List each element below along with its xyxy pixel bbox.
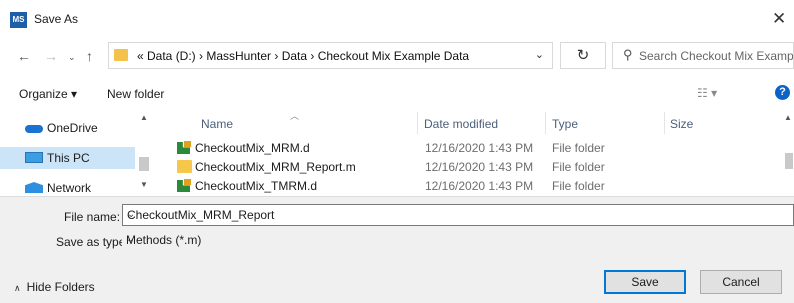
search-icon: ⚲ — [623, 47, 633, 62]
computer-icon — [25, 152, 43, 163]
network-icon — [25, 182, 43, 193]
save-as-type-label: Save as type: — [56, 235, 129, 249]
breadcrumb[interactable]: « Data (D:) › MassHunter › Data › Checko… — [137, 49, 469, 63]
column-divider[interactable] — [417, 112, 418, 134]
file-name: CheckoutMix_MRM_Report.m — [195, 160, 356, 174]
nav-item-onedrive[interactable]: OneDrive — [0, 117, 135, 139]
folder-icon — [114, 49, 128, 61]
file-type: File folder — [552, 179, 605, 193]
up-arrow-icon[interactable]: ↑ — [86, 48, 93, 64]
data-folder-badge-icon — [184, 141, 191, 147]
nav-item-this-pc[interactable]: This PC — [0, 147, 135, 169]
column-header-date-modified[interactable]: Date modified — [424, 117, 498, 131]
column-divider[interactable] — [545, 112, 546, 134]
close-icon[interactable]: ✕ — [772, 9, 786, 29]
column-header-type[interactable]: Type — [552, 117, 578, 131]
sort-ascending-icon: ︿ — [290, 111, 300, 121]
help-icon[interactable]: ? — [775, 85, 790, 100]
search-placeholder: Search Checkout Mix Examp... — [639, 49, 794, 63]
scroll-down-icon[interactable]: ▼ — [140, 180, 148, 189]
scroll-up-icon[interactable]: ▲ — [140, 113, 148, 122]
hide-folders-label: Hide Folders — [26, 280, 95, 294]
file-name-label: File name: — [64, 210, 121, 224]
scroll-up-icon[interactable]: ▲ — [784, 113, 792, 122]
chevron-up-icon: ∧ — [14, 283, 21, 293]
column-header-size[interactable]: Size — [670, 117, 693, 131]
refresh-button[interactable]: ↻ — [560, 42, 606, 69]
scrollbar-thumb[interactable] — [139, 157, 149, 171]
recent-locations-chevron-icon[interactable]: ⌄ — [68, 52, 76, 63]
file-list-scrollbar[interactable]: ▲ — [783, 110, 794, 194]
chevron-down-icon[interactable]: ⌄ — [126, 234, 790, 245]
nav-pane-scrollbar[interactable]: ▲ ▼ — [136, 110, 152, 194]
view-options-icon[interactable]: ☷ ▾ — [697, 86, 717, 100]
onedrive-icon — [25, 125, 43, 133]
file-date: 12/16/2020 1:43 PM — [425, 141, 534, 155]
cancel-button[interactable]: Cancel — [700, 270, 782, 294]
hide-folders-button[interactable]: ∧ Hide Folders — [14, 280, 95, 294]
nav-item-label: Network — [47, 181, 92, 195]
file-row[interactable]: CheckoutMix_MRM_Report.m 12/16/2020 1:43… — [153, 157, 783, 177]
column-divider[interactable] — [664, 112, 665, 134]
navigation-pane: OneDrive This PC Network — [0, 110, 152, 195]
file-row[interactable]: CheckoutMix_MRM.d 12/16/2020 1:43 PM Fil… — [153, 138, 783, 158]
data-folder-badge-icon — [184, 179, 191, 185]
file-type: File folder — [552, 160, 605, 174]
new-folder-button[interactable]: New folder — [107, 87, 164, 101]
file-date: 12/16/2020 1:43 PM — [425, 160, 534, 174]
file-name: CheckoutMix_MRM.d — [195, 141, 310, 155]
forward-arrow-icon[interactable]: → — [44, 48, 58, 64]
file-row[interactable]: CheckoutMix_TMRM.d 12/16/2020 1:43 PM Fi… — [153, 176, 783, 196]
file-type: File folder — [552, 141, 605, 155]
address-dropdown-icon[interactable]: ⌄ — [535, 48, 544, 61]
chevron-down-icon[interactable]: ⌄ — [127, 209, 789, 220]
nav-item-label: This PC — [47, 151, 90, 165]
file-date: 12/16/2020 1:43 PM — [425, 179, 534, 193]
app-icon: MS — [10, 12, 27, 28]
organize-button[interactable]: Organize ▾ — [19, 87, 77, 101]
save-button[interactable]: Save — [604, 270, 686, 294]
save-as-type-select[interactable]: Methods (*.m) ⌄ — [122, 229, 794, 251]
scrollbar-thumb[interactable] — [785, 153, 793, 169]
back-arrow-icon[interactable]: ← — [17, 48, 31, 64]
file-name-input[interactable]: CheckoutMix_MRM_Report ⌄ — [122, 204, 794, 226]
title-bar — [0, 0, 794, 38]
file-name: CheckoutMix_TMRM.d — [195, 179, 318, 193]
column-header-name[interactable]: Name — [201, 117, 233, 131]
search-input[interactable]: ⚲ Search Checkout Mix Examp... — [612, 42, 794, 69]
nav-item-label: OneDrive — [47, 121, 98, 135]
address-bar[interactable]: « Data (D:) › MassHunter › Data › Checko… — [108, 42, 553, 69]
window-title: Save As — [34, 12, 79, 26]
folder-icon — [177, 160, 192, 173]
